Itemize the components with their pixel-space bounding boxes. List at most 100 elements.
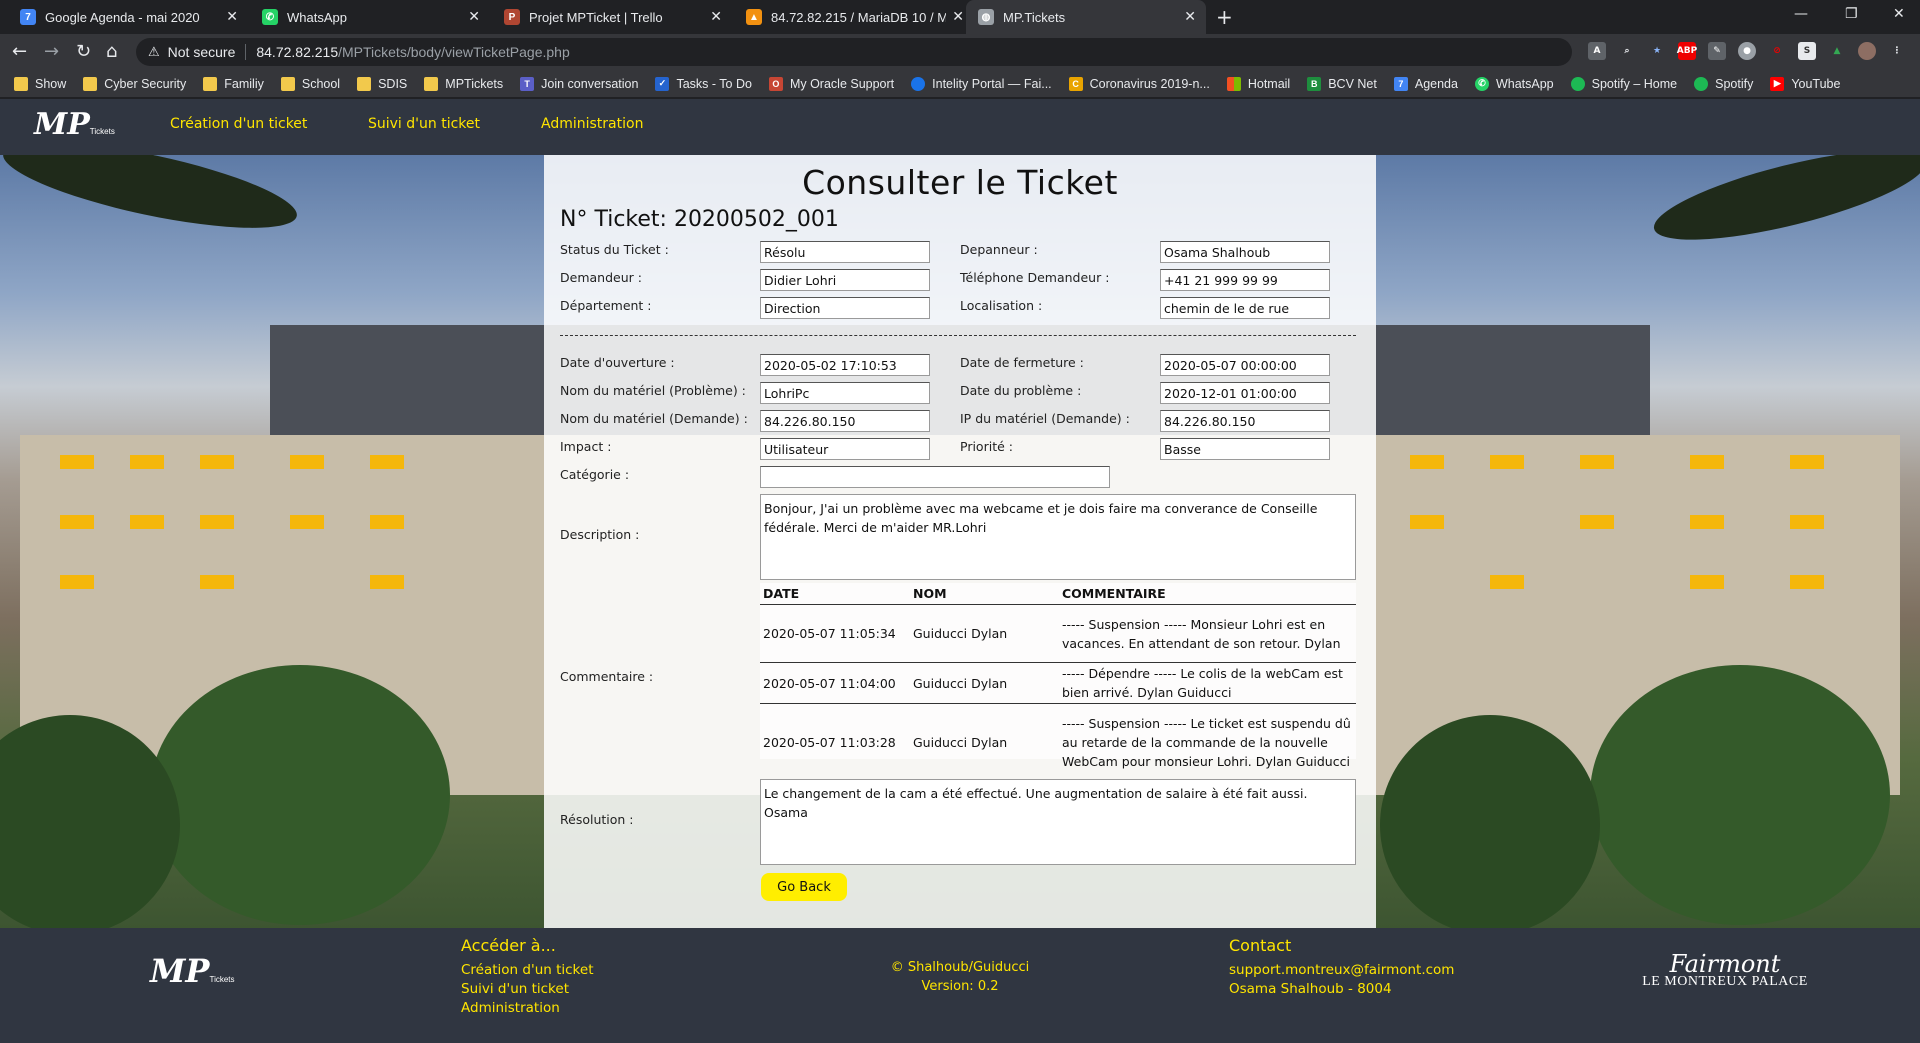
bookmark-spotify-home[interactable]: Spotify – Home [1570, 76, 1677, 91]
bookmark-show[interactable]: Show [14, 76, 66, 91]
materiel-probleme-label: Nom du matériel (Problème) : [560, 383, 746, 398]
comment-date: 2020-05-07 11:05:34 [760, 604, 910, 663]
awning [60, 575, 94, 589]
eyedropper-icon[interactable]: ✎ [1708, 42, 1726, 60]
footer-link-suivi[interactable]: Suivi d'un ticket [461, 981, 569, 997]
avatar[interactable] [1858, 42, 1876, 60]
comment-date: 2020-05-07 11:03:28 [760, 703, 910, 782]
bookmark-oracle[interactable]: O My Oracle Support [768, 76, 894, 91]
browser-toolbar: ← → ↻ ⌂ ⚠ Not secure 84.72.82.215 /MPTic… [0, 34, 1920, 70]
back-arrow-icon[interactable]: ← [12, 41, 27, 62]
bookmark-sdis[interactable]: SDIS [357, 76, 407, 91]
browser-tab[interactable]: ✆ WhatsApp ✕ [250, 0, 490, 34]
localisation-field[interactable]: chemin de le de rue [1160, 297, 1330, 319]
bookmark-youtube[interactable]: ▶ YouTube [1770, 76, 1840, 91]
comment-author: Guiducci Dylan [910, 703, 1059, 782]
address-bar[interactable]: ⚠ Not secure 84.72.82.215 /MPTickets/bod… [136, 38, 1572, 66]
footer-version: Version: 0.2 [921, 979, 999, 994]
depanneur-field[interactable]: Osama Shalhoub [1160, 241, 1330, 263]
date-probleme-field[interactable]: 2020-12-01 01:00:00 [1160, 382, 1330, 404]
bookmark-label: Join conversation [541, 76, 639, 91]
bookmark-intelity[interactable]: Intelity Portal — Fai... [911, 76, 1052, 91]
impact-field[interactable]: Utilisateur [760, 438, 930, 460]
footer-link-creation[interactable]: Création d'un ticket [461, 962, 594, 978]
bookmark-cyber-security[interactable]: Cyber Security [83, 76, 186, 91]
bookmark-coronavirus[interactable]: C Coronavirus 2019-n... [1068, 76, 1210, 91]
awning [1690, 515, 1724, 529]
date-probleme-label: Date du problème : [960, 383, 1082, 398]
description-label: Description : [560, 527, 640, 542]
categorie-field[interactable] [760, 466, 1110, 488]
bookmark-spotify[interactable]: Spotify [1694, 76, 1753, 91]
bookmark-familiy[interactable]: Familiy [203, 76, 264, 91]
adblock-icon[interactable]: ABP [1677, 42, 1697, 60]
browser-tab[interactable]: 7 Google Agenda - mai 2020 ✕ [8, 0, 248, 34]
reload-icon[interactable]: ↻ [76, 41, 91, 62]
close-icon[interactable]: ✕ [952, 8, 964, 25]
footer-contact-email[interactable]: support.montreux@fairmont.com [1229, 962, 1454, 978]
departement-field[interactable]: Direction [760, 297, 930, 319]
nav-suivi-ticket[interactable]: Suivi d'un ticket [368, 116, 480, 132]
translate-icon[interactable]: A [1588, 42, 1606, 60]
ip-materiel-field[interactable]: 84.226.80.150 [1160, 410, 1330, 432]
footer-copyright: © Shalhoub/Guiducci [890, 960, 1030, 975]
close-window-icon[interactable]: ✕ [1893, 6, 1905, 22]
resolution-label: Résolution : [560, 812, 634, 827]
bookmark-school[interactable]: School [280, 76, 340, 91]
palm-leaves [0, 155, 303, 246]
home-icon[interactable]: ⌂ [106, 41, 117, 62]
block-icon[interactable]: ⊘ [1768, 42, 1786, 60]
close-icon[interactable]: ✕ [468, 8, 480, 25]
url-path[interactable]: /MPTickets/body/viewTicketPage.php [338, 44, 570, 60]
zoom-icon[interactable]: ⌕ [1618, 42, 1636, 60]
browser-tab[interactable]: ▲ 84.72.82.215 / MariaDB 10 / MPT ✕ [734, 0, 974, 34]
bookmark-star-icon[interactable]: ★ [1648, 42, 1666, 60]
new-tab-icon[interactable]: + [1216, 5, 1233, 29]
montreux-palace-wordmark: LE MONTREUX PALACE [1642, 974, 1808, 989]
bookmark-agenda[interactable]: 7 Agenda [1393, 76, 1458, 91]
warning-icon[interactable]: ⚠ [148, 44, 160, 60]
nav-administration[interactable]: Administration [541, 116, 643, 132]
vpn-icon[interactable]: ▲ [1828, 42, 1846, 60]
close-icon[interactable]: ✕ [1184, 8, 1196, 25]
record-icon[interactable]: ● [1738, 42, 1756, 60]
site-logo[interactable]: MPTickets [34, 107, 115, 142]
telephone-field[interactable]: +41 21 999 99 99 [1160, 269, 1330, 291]
minimize-icon[interactable]: — [1794, 6, 1808, 22]
bookmark-join-conversation[interactable]: T Join conversation [520, 76, 639, 91]
description-textarea[interactable]: Bonjour, J'ai un problème avec ma webcam… [760, 494, 1356, 580]
ouverture-field[interactable]: 2020-05-02 17:10:53 [760, 354, 930, 376]
bookmark-whatsapp[interactable]: ✆ WhatsApp [1474, 76, 1554, 91]
close-icon[interactable]: ✕ [226, 8, 238, 25]
close-icon[interactable]: ✕ [710, 8, 722, 25]
s-extension-icon[interactable]: S [1798, 42, 1816, 60]
materiel-probleme-field[interactable]: LohriPc [760, 382, 930, 404]
url-host[interactable]: 84.72.82.215 [256, 44, 338, 60]
browser-tab-active[interactable]: ◍ MP.Tickets ✕ [966, 0, 1206, 34]
column-header-commentaire: COMMENTAIRE [1059, 583, 1356, 605]
demandeur-field[interactable]: Didier Lohri [760, 269, 930, 291]
bookmark-tasks[interactable]: ✓ Tasks - To Do [655, 76, 752, 91]
forward-arrow-icon[interactable]: → [44, 41, 59, 62]
folder-icon [424, 76, 439, 91]
comment-text: ----- Suspension ----- Le ticket est sus… [1059, 703, 1356, 782]
nav-creation-ticket[interactable]: Création d'un ticket [170, 116, 307, 132]
resolution-textarea[interactable]: Le changement de la cam a été effectué. … [760, 779, 1356, 865]
section-divider [560, 335, 1356, 336]
restore-icon[interactable]: ❐ [1845, 6, 1858, 22]
tab-label: WhatsApp [287, 9, 347, 25]
bookmark-hotmail[interactable]: Hotmail [1226, 76, 1290, 91]
bookmarks-bar: Show Cyber Security Familiy School SDIS … [0, 70, 1920, 98]
priorite-field[interactable]: Basse [1160, 438, 1330, 460]
browser-tab[interactable]: P Projet MPTicket | Trello ✕ [492, 0, 732, 34]
fermeture-field[interactable]: 2020-05-07 00:00:00 [1160, 354, 1330, 376]
go-back-button[interactable]: Go Back [761, 873, 847, 901]
menu-icon[interactable]: ⋮ [1888, 42, 1906, 60]
materiel-demande-field[interactable]: 84.226.80.150 [760, 410, 930, 432]
footer-link-administration[interactable]: Administration [461, 1000, 560, 1016]
bookmark-bcv[interactable]: B BCV Net [1307, 76, 1377, 91]
security-label[interactable]: Not secure [168, 44, 236, 60]
bookmark-label: Coronavirus 2019-n... [1089, 76, 1210, 91]
bookmark-mptickets[interactable]: MPTickets [424, 76, 503, 91]
status-field[interactable]: Résolu [760, 241, 930, 263]
